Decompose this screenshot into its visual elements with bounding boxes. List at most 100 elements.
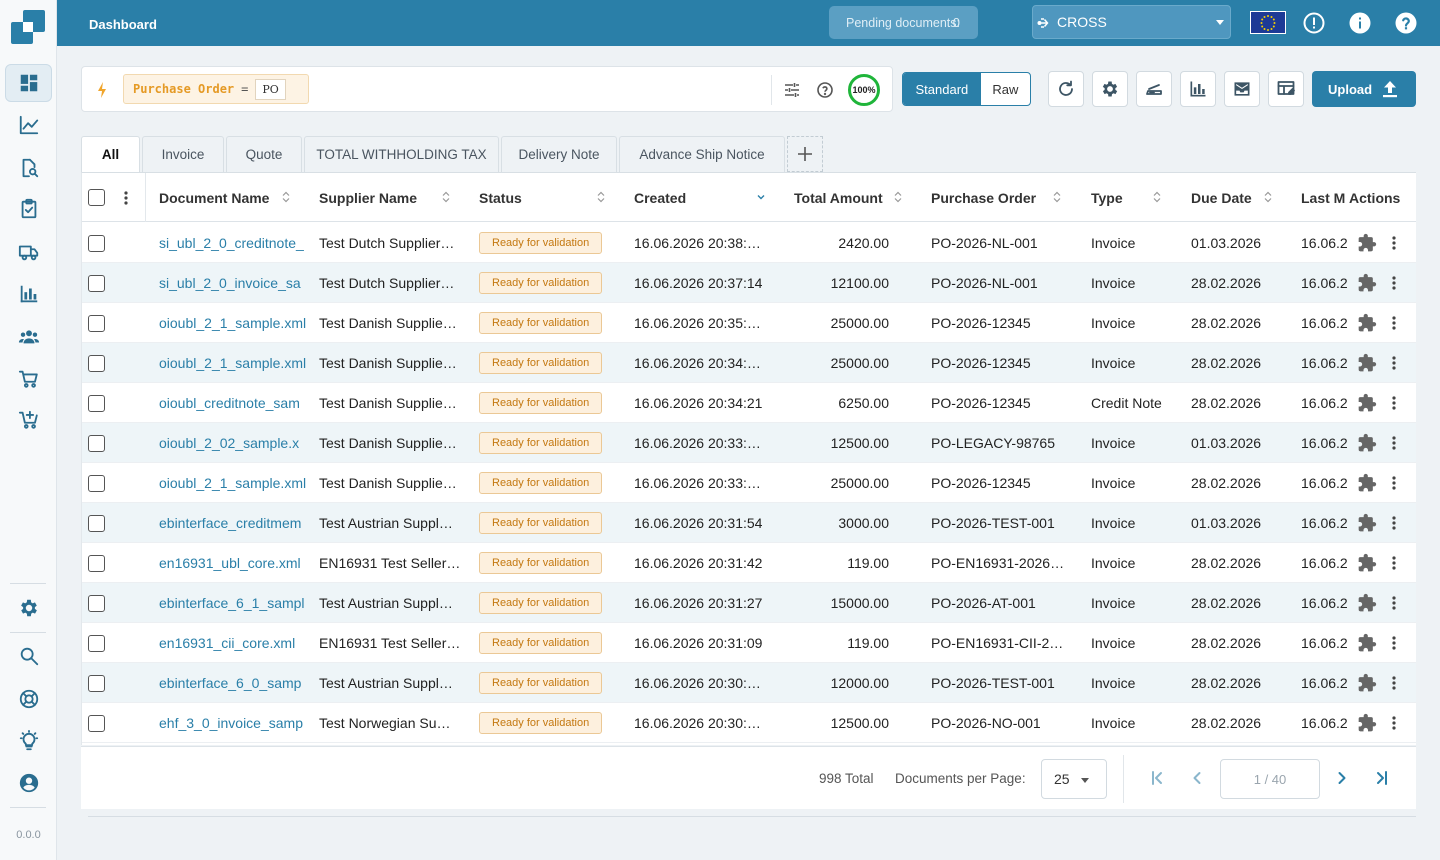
table-row[interactable]: en16931_cii_core.xml EN16931 Test Seller…… bbox=[82, 623, 1416, 663]
table-row[interactable]: ehf_3_0_invoice_samp Test Norwegian Su… Re… bbox=[82, 703, 1416, 743]
row-actions-menu-icon[interactable] bbox=[1392, 343, 1396, 383]
query-bar[interactable]: Purchase Order = PO 100% bbox=[81, 66, 893, 112]
scanner-button[interactable] bbox=[1136, 71, 1172, 107]
info-button[interactable] bbox=[1348, 11, 1372, 35]
row-actions-menu-icon[interactable] bbox=[1392, 263, 1396, 303]
column-created[interactable]: Created bbox=[634, 173, 686, 222]
plugin-icon[interactable] bbox=[1357, 223, 1377, 263]
mail-button[interactable] bbox=[1224, 71, 1260, 107]
table-row[interactable]: ebinterface_creditmem Test Austrian Suppl… bbox=[82, 503, 1416, 543]
row-checkbox[interactable] bbox=[88, 303, 105, 343]
row-checkbox[interactable] bbox=[88, 623, 105, 663]
sort-icon[interactable] bbox=[442, 191, 450, 203]
table-row[interactable]: ebinterface_6_0_samp Test Austrian Suppl…… bbox=[82, 663, 1416, 703]
row-actions-menu-icon[interactable] bbox=[1392, 383, 1396, 423]
tenant-select[interactable]: CROSS bbox=[1032, 5, 1231, 39]
row-checkbox[interactable] bbox=[88, 223, 105, 263]
document-name-link[interactable]: en16931_ubl_core.xml bbox=[159, 543, 309, 583]
next-page-button[interactable] bbox=[1331, 767, 1353, 789]
statistics-button[interactable] bbox=[1180, 71, 1216, 107]
app-logo[interactable] bbox=[11, 10, 45, 44]
column-type[interactable]: Type bbox=[1091, 173, 1123, 222]
filter-value[interactable]: PO bbox=[255, 78, 286, 100]
table-row[interactable]: si_ubl_2_0_invoice_sa Test Dutch Supplier… bbox=[82, 263, 1416, 303]
filter-chip[interactable]: Purchase Order = PO bbox=[123, 74, 309, 104]
document-name-link[interactable]: ebinterface_6_0_samp bbox=[159, 663, 309, 703]
query-help-button[interactable] bbox=[815, 80, 835, 100]
document-name-link[interactable]: oioubl_2_1_sample.xml bbox=[159, 463, 309, 503]
column-last-modified[interactable]: Last M bbox=[1301, 173, 1349, 222]
tab-total-withholding-tax[interactable]: TOTAL WITHHOLDING TAX bbox=[304, 136, 499, 172]
row-checkbox[interactable] bbox=[88, 463, 105, 503]
nav-purchasing[interactable] bbox=[5, 360, 52, 398]
tab-quote[interactable]: Quote bbox=[226, 136, 302, 172]
table-row[interactable]: ebinterface_6_1_sampl Test Austrian Suppl… bbox=[82, 583, 1416, 623]
row-checkbox[interactable] bbox=[88, 503, 105, 543]
nav-support[interactable] bbox=[5, 680, 52, 718]
document-name-link[interactable]: ebinterface_6_1_sampl bbox=[159, 583, 309, 623]
row-actions-menu-icon[interactable] bbox=[1392, 223, 1396, 263]
document-name-link[interactable]: en16931_cii_core.xml bbox=[159, 623, 309, 663]
table-row[interactable]: en16931_ubl_core.xml EN16931 Test Seller…… bbox=[82, 543, 1416, 583]
column-purchase-order[interactable]: Purchase Order bbox=[931, 173, 1036, 222]
table-row[interactable]: oioubl_2_1_sample.xml Test Danish Supplie… bbox=[82, 343, 1416, 383]
nav-orders[interactable] bbox=[5, 401, 52, 439]
table-row[interactable]: oioubl_2_02_sample.x Test Danish Supplie…… bbox=[82, 423, 1416, 463]
plugin-icon[interactable] bbox=[1357, 423, 1377, 463]
row-actions-menu-icon[interactable] bbox=[1392, 423, 1396, 463]
row-actions-menu-icon[interactable] bbox=[1392, 663, 1396, 703]
row-actions-menu-icon[interactable] bbox=[1392, 303, 1396, 343]
plugin-icon[interactable] bbox=[1357, 663, 1377, 703]
nav-shipping[interactable] bbox=[5, 233, 52, 271]
plugin-icon[interactable] bbox=[1357, 343, 1377, 383]
row-checkbox[interactable] bbox=[88, 543, 105, 583]
document-name-link[interactable]: ebinterface_creditmem bbox=[159, 503, 309, 543]
document-name-link[interactable]: oioubl_2_1_sample.xml bbox=[159, 303, 309, 343]
plugin-icon[interactable] bbox=[1357, 303, 1377, 343]
plugin-icon[interactable] bbox=[1357, 703, 1377, 743]
column-document-name[interactable]: Document Name bbox=[159, 173, 269, 222]
plugin-icon[interactable] bbox=[1357, 463, 1377, 503]
document-name-link[interactable]: si_ubl_2_0_creditnote_ bbox=[159, 223, 309, 263]
refresh-button[interactable] bbox=[1048, 71, 1084, 107]
first-page-button[interactable] bbox=[1146, 767, 1168, 789]
row-checkbox[interactable] bbox=[88, 663, 105, 703]
sort-icon[interactable] bbox=[1264, 191, 1272, 203]
tab-invoice[interactable]: Invoice bbox=[142, 136, 224, 172]
document-name-link[interactable]: oioubl_2_1_sample.xml bbox=[159, 343, 309, 383]
nav-search[interactable] bbox=[5, 637, 52, 675]
tab-all[interactable]: All bbox=[81, 136, 140, 172]
column-supplier-name[interactable]: Supplier Name bbox=[319, 173, 417, 222]
document-name-link[interactable]: oioubl_2_02_sample.x bbox=[159, 423, 309, 463]
document-name-link[interactable]: si_ubl_2_0_invoice_sa bbox=[159, 263, 309, 303]
column-status[interactable]: Status bbox=[479, 173, 522, 222]
document-name-link[interactable]: ehf_3_0_invoice_samp bbox=[159, 703, 309, 743]
column-due-date[interactable]: Due Date bbox=[1191, 173, 1252, 222]
tab-delivery-note[interactable]: Delivery Note bbox=[501, 136, 617, 172]
filter-options-button[interactable] bbox=[782, 80, 802, 100]
row-checkbox[interactable] bbox=[88, 263, 105, 303]
sort-icon[interactable] bbox=[1153, 191, 1161, 203]
add-tab-button[interactable] bbox=[787, 136, 823, 172]
plugin-icon[interactable] bbox=[1357, 503, 1377, 543]
table-row[interactable]: oioubl_2_1_sample.xml Test Danish Supplie… bbox=[82, 463, 1416, 503]
table-row[interactable]: oioubl_creditnote_sam Test Danish Supplie… bbox=[82, 383, 1416, 423]
sort-icon[interactable] bbox=[1053, 191, 1061, 203]
sort-icon[interactable] bbox=[894, 191, 902, 203]
plugin-icon[interactable] bbox=[1357, 583, 1377, 623]
sort-desc-icon[interactable] bbox=[757, 191, 765, 203]
nav-tasks[interactable] bbox=[5, 190, 52, 228]
row-actions-menu-icon[interactable] bbox=[1392, 583, 1396, 623]
sort-icon[interactable] bbox=[597, 191, 605, 203]
nav-document-search[interactable] bbox=[5, 149, 52, 187]
last-page-button[interactable] bbox=[1371, 767, 1393, 789]
row-checkbox[interactable] bbox=[88, 343, 105, 383]
row-checkbox[interactable] bbox=[88, 423, 105, 463]
row-actions-menu-icon[interactable] bbox=[1392, 623, 1396, 663]
per-page-select[interactable]: 25 bbox=[1041, 759, 1107, 799]
nav-settings[interactable] bbox=[5, 589, 52, 627]
row-checkbox[interactable] bbox=[88, 383, 105, 423]
plugin-icon[interactable] bbox=[1357, 383, 1377, 423]
plugin-icon[interactable] bbox=[1357, 263, 1377, 303]
column-menu-button[interactable] bbox=[124, 173, 128, 222]
